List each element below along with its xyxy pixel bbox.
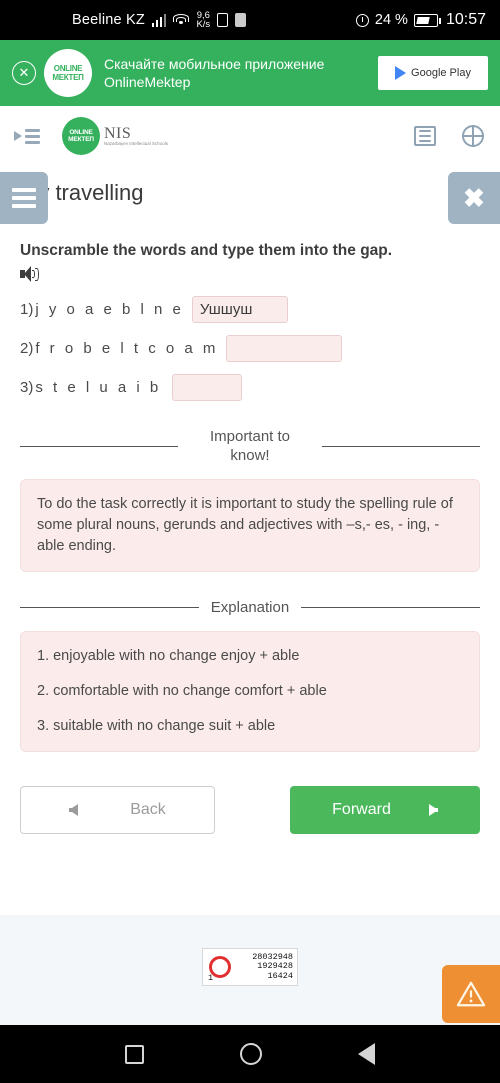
phone-screen: Beeline KZ 9,6 K/s 24 % 10:57 ✕ ONLINE М… bbox=[0, 0, 500, 1083]
answer-input-1[interactable] bbox=[191, 296, 288, 323]
wifi-icon bbox=[173, 13, 190, 27]
arrow-left-icon bbox=[69, 804, 79, 816]
logo-line-1: ONLINE bbox=[53, 64, 83, 73]
important-body: To do the task correctly it is important… bbox=[37, 496, 453, 554]
list-icon[interactable] bbox=[414, 126, 436, 146]
promo-text: Скачайте мобильное приложение OnlineMekt… bbox=[104, 56, 325, 90]
brand-logo-line-2: МЕКТЕП bbox=[68, 136, 94, 143]
arrow-right-icon bbox=[428, 804, 438, 816]
indent-menu-icon[interactable] bbox=[14, 126, 40, 146]
onlinemektep-badge: ONLINE МЕКТЕП bbox=[62, 117, 100, 155]
divider-line-right bbox=[322, 445, 480, 447]
question-row: 1) j y o a e b l n e bbox=[20, 296, 480, 323]
network-speed-label: 9,6 K/s bbox=[196, 10, 211, 30]
google-play-icon bbox=[395, 66, 407, 80]
forward-button-label: Forward bbox=[332, 801, 391, 818]
nis-name: NIS bbox=[104, 124, 132, 142]
question-row: 2) f r o b e l t c o a m bbox=[20, 335, 480, 362]
scrambled-word: j y o a e b l n e bbox=[35, 301, 184, 318]
sim-icon bbox=[217, 13, 229, 27]
app-promo-banner: ✕ ONLINE МЕКТЕП Скачайте мобильное прило… bbox=[0, 40, 500, 106]
speaker-icon[interactable] bbox=[20, 266, 40, 282]
question-number: 1) bbox=[20, 301, 34, 318]
sidebar-toggle-button[interactable] bbox=[0, 172, 48, 224]
scrambled-word: s t e l u a i b bbox=[35, 379, 162, 396]
clock-label: 10:57 bbox=[445, 11, 486, 28]
explanation-heading: Explanation bbox=[210, 599, 290, 616]
close-panel-button[interactable]: ✖ bbox=[448, 172, 500, 224]
question-number: 2) bbox=[20, 340, 34, 357]
nis-logo: NIS Nazarbayev Intellectual Schools bbox=[104, 124, 169, 147]
globe-icon[interactable] bbox=[462, 125, 484, 147]
counter-left-label: 1 bbox=[208, 973, 214, 983]
brand-logos: ONLINE МЕКТЕП NIS Nazarbayev Intellectua… bbox=[62, 117, 168, 155]
important-panel: To do the task correctly it is important… bbox=[20, 479, 480, 572]
page-title: My travelling bbox=[20, 180, 144, 205]
lesson-content: My travelling Unscramble the words and t… bbox=[0, 180, 500, 834]
divider-line-left bbox=[20, 445, 178, 447]
brand-logo-line-1: ONLINE bbox=[69, 128, 93, 136]
important-divider: Important to know! bbox=[20, 427, 480, 465]
explanation-item: 2. comfortable with no change comfort + … bbox=[37, 683, 327, 699]
task-instruction: Unscramble the words and type them into … bbox=[20, 242, 393, 259]
answer-input-2[interactable] bbox=[226, 335, 343, 362]
explanation-item: 3. suitable with no change suit + able bbox=[37, 718, 276, 734]
counter-second: 1929428 bbox=[257, 961, 293, 972]
android-navigation-bar bbox=[0, 1025, 500, 1083]
logo-line-2: МЕКТЕП bbox=[52, 73, 84, 82]
divider-line-right bbox=[301, 607, 480, 608]
battery-percent-label: 24 % bbox=[374, 12, 408, 28]
answer-input-3[interactable] bbox=[172, 374, 243, 401]
onlinemektep-logo: ONLINE МЕКТЕП bbox=[44, 49, 92, 97]
back-triangle-icon[interactable] bbox=[358, 1043, 375, 1065]
nis-subtitle: Nazarbayev Intellectual Schools bbox=[104, 140, 169, 146]
signal-icon bbox=[151, 13, 167, 27]
back-button-label: Back bbox=[130, 801, 166, 818]
status-bar: Beeline KZ 9,6 K/s 24 % 10:57 bbox=[0, 0, 500, 40]
question-row: 3) s t e l u a i b bbox=[20, 374, 480, 401]
question-number: 3) bbox=[20, 379, 34, 396]
status-bar-left: Beeline KZ 9,6 K/s bbox=[72, 10, 247, 30]
status-bar-right: 24 % 10:57 bbox=[355, 11, 486, 29]
close-icon[interactable]: ✕ bbox=[12, 61, 36, 85]
divider-line-left bbox=[20, 607, 199, 608]
back-button[interactable]: Back bbox=[20, 786, 215, 834]
google-play-button[interactable]: Google Play bbox=[378, 56, 488, 90]
recents-square-icon[interactable] bbox=[125, 1044, 144, 1064]
speed-unit: K/s bbox=[196, 19, 211, 30]
page-footer: 28032948 1929428 16424 1 bbox=[0, 915, 500, 1025]
counter-third: 16424 bbox=[267, 970, 293, 981]
explanation-item: 1. enjoyable with no change enjoy + able bbox=[37, 648, 300, 664]
question-list: 1) j y o a e b l n e 2) f r o b e l t c … bbox=[20, 296, 480, 401]
app-header-actions bbox=[414, 125, 484, 147]
hamburger-icon bbox=[12, 188, 36, 208]
home-circle-icon[interactable] bbox=[240, 1043, 262, 1065]
alarm-icon bbox=[355, 13, 369, 27]
navigation-buttons: Back Forward bbox=[20, 786, 480, 834]
forward-button[interactable]: Forward bbox=[290, 786, 480, 834]
report-problem-button[interactable] bbox=[442, 965, 500, 1023]
scrambled-word: f r o b e l t c o a m bbox=[35, 340, 219, 357]
carrier-label: Beeline KZ bbox=[72, 12, 145, 28]
warning-triangle-icon bbox=[456, 981, 486, 1007]
close-x-icon: ✖ bbox=[463, 182, 485, 213]
counter-total: 28032948 bbox=[252, 951, 293, 962]
important-heading: Important to know! bbox=[209, 428, 291, 464]
sd-icon bbox=[235, 13, 247, 27]
app-header: ONLINE МЕКТЕП NIS Nazarbayev Intellectua… bbox=[0, 106, 500, 166]
visit-counter-widget[interactable]: 28032948 1929428 16424 1 bbox=[202, 948, 298, 986]
explanation-divider: Explanation bbox=[20, 598, 480, 617]
battery-icon bbox=[413, 13, 441, 27]
google-play-label: Google Play bbox=[411, 67, 471, 79]
counter-numbers: 28032948 1929428 16424 bbox=[231, 951, 293, 982]
explanation-panel: 1. enjoyable with no change enjoy + able… bbox=[20, 631, 480, 752]
